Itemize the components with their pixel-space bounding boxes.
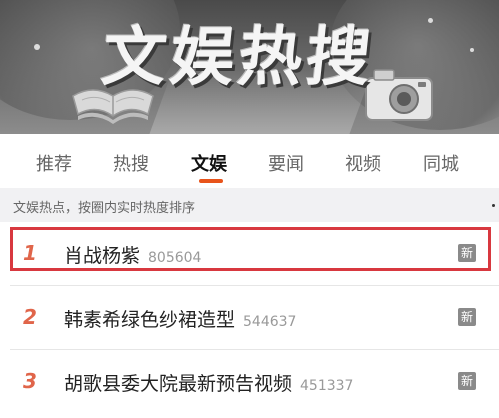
sparkle-icon [470,48,474,52]
new-badge: 新 [458,372,476,390]
list-item[interactable]: 1 肖战杨紫 805604 新 [0,222,499,286]
list-description: 文娱热点，按圈内实时热度排序 [13,201,196,216]
topic-title-wrapper: 胡歌县委大院最新预告视频 451337 [64,369,353,396]
topic-title: 肖战杨紫 [64,245,141,267]
rank-number: 2 [23,305,37,329]
list-item[interactable]: 2 韩素希绿色纱裙造型 544637 新 [0,286,499,350]
tab-entertainment[interactable]: 文娱 [191,150,227,176]
tab-hot-search[interactable]: 热搜 [113,150,149,176]
banner: 文娱热搜 [0,0,499,134]
tab-video[interactable]: 视频 [345,150,381,176]
topic-title: 胡歌县委大院最新预告视频 [64,373,293,395]
hot-search-list: 1 肖战杨紫 805604 新 2 韩素希绿色纱裙造型 544637 新 3 胡歌县… [0,222,499,418]
tab-recommend[interactable]: 推荐 [36,150,72,176]
list-item[interactable]: 3 胡歌县委大院最新预告视频 451337 新 [0,350,499,414]
topic-title-wrapper: 韩素希绿色纱裙造型 544637 [64,305,296,332]
banner-title: 文娱热搜 [98,21,379,95]
heat-count: 544637 [243,314,297,330]
tab-news[interactable]: 要闻 [268,150,304,176]
tab-local[interactable]: 同城 [423,150,459,176]
topic-title-wrapper: 肖战杨紫 805604 [64,241,201,268]
new-badge: 新 [458,244,476,262]
topic-title: 韩素希绿色纱裙造型 [64,309,236,331]
sparkle-icon [34,44,40,50]
rank-number: 3 [23,369,37,393]
category-tabs: 推荐 热搜 文娱 要闻 视频 同城 [0,134,499,188]
sparkle-icon [428,18,433,23]
active-tab-indicator [199,179,223,183]
list-header: 文娱热点，按圈内实时热度排序 [0,188,499,222]
rank-number: 1 [23,241,37,265]
new-badge: 新 [458,308,476,326]
dot-mark [492,204,495,207]
heat-count: 451337 [300,378,354,394]
heat-count: 805604 [148,250,202,266]
